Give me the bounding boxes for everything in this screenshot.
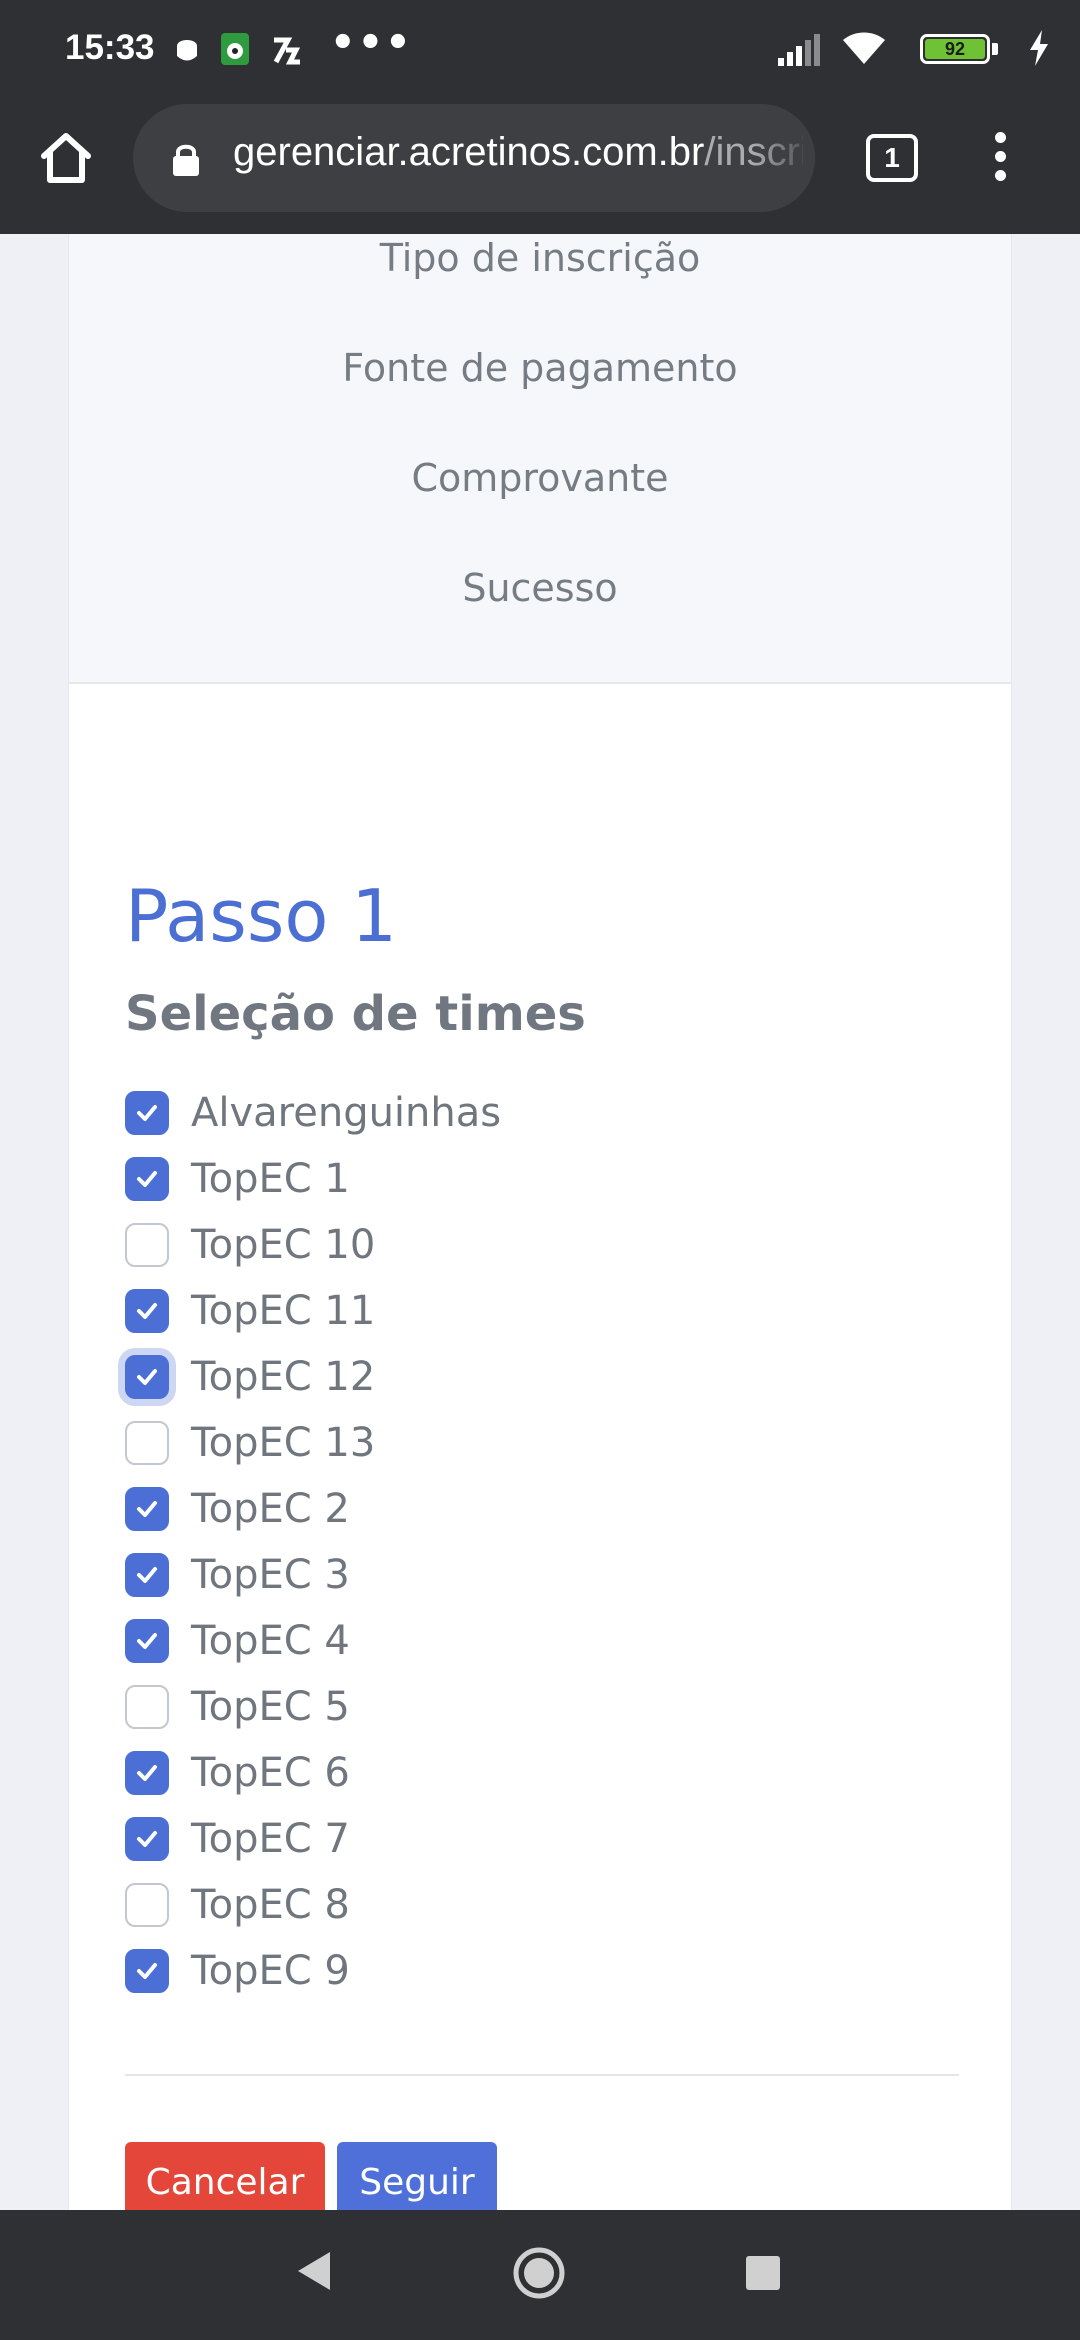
battery-tip — [992, 43, 998, 55]
team-checkbox[interactable] — [125, 1487, 169, 1531]
team-checkbox[interactable] — [125, 1751, 169, 1795]
section-subtitle: Seleção de times — [125, 986, 586, 1042]
wifi-icon — [843, 32, 885, 64]
step-sucesso[interactable]: Sucesso — [69, 566, 1011, 610]
team-label: TopEC 2 — [191, 1486, 350, 1532]
team-checkbox[interactable] — [125, 1817, 169, 1861]
team-row[interactable]: TopEC 10 — [125, 1212, 825, 1278]
team-label: TopEC 10 — [191, 1222, 376, 1268]
url-fade — [755, 104, 815, 212]
team-row[interactable]: TopEC 4 — [125, 1608, 825, 1674]
page-title: Passo 1 — [125, 874, 398, 958]
back-icon[interactable] — [296, 2250, 332, 2292]
recent-apps-icon[interactable] — [746, 2256, 780, 2290]
team-checkbox[interactable] — [125, 1355, 169, 1399]
team-label: TopEC 4 — [191, 1618, 350, 1664]
team-label: TopEC 1 — [191, 1156, 350, 1202]
checkmark-icon — [137, 1831, 157, 1847]
url-text: gerenciar.acretinos.com.br/inscricao — [233, 130, 803, 175]
team-row[interactable]: TopEC 11 — [125, 1278, 825, 1344]
team-label: TopEC 12 — [191, 1354, 376, 1400]
team-row[interactable]: TopEC 3 — [125, 1542, 825, 1608]
signal-icon — [778, 34, 820, 66]
checkmark-icon — [137, 1303, 157, 1319]
checkmark-icon — [137, 1633, 157, 1649]
checkmark-icon — [137, 1171, 157, 1187]
team-label: TopEC 6 — [191, 1750, 350, 1796]
step-comprovante[interactable]: Comprovante — [69, 456, 1011, 500]
team-label: TopEC 3 — [191, 1552, 350, 1598]
step-tipo-de-inscricao[interactable]: Tipo de inscrição — [69, 236, 1011, 280]
team-label: TopEC 13 — [191, 1420, 376, 1466]
team-row[interactable]: TopEC 2 — [125, 1476, 825, 1542]
checkmark-icon — [137, 1501, 157, 1517]
form-card: Tipo de inscrição Fonte de pagamento Com… — [68, 234, 1012, 2210]
browser-toolbar: gerenciar.acretinos.com.br/inscricao 1 — [0, 98, 1080, 234]
status-bar: 15:33 ••• 92 — [0, 0, 1080, 98]
system-nav-bar — [0, 2210, 1080, 2340]
team-checkbox[interactable] — [125, 1289, 169, 1333]
divider — [125, 2074, 959, 2076]
notification-app-icon — [177, 40, 197, 61]
checkmark-icon — [137, 1369, 157, 1385]
team-row[interactable]: TopEC 5 — [125, 1674, 825, 1740]
team-checkbox[interactable] — [125, 1091, 169, 1135]
team-checkbox[interactable] — [125, 1685, 169, 1729]
team-label: TopEC 8 — [191, 1882, 350, 1928]
team-label: TopEC 5 — [191, 1684, 350, 1730]
status-right: 92 — [690, 28, 1050, 68]
page-content: Tipo de inscrição Fonte de pagamento Com… — [0, 234, 1080, 2210]
checkmark-icon — [137, 1765, 157, 1781]
team-label: TopEC 9 — [191, 1948, 350, 1994]
team-checkbox[interactable] — [125, 1883, 169, 1927]
more-notifications-icon: ••• — [330, 20, 413, 66]
team-checkbox[interactable] — [125, 1157, 169, 1201]
team-checkbox[interactable] — [125, 1619, 169, 1663]
url-domain: gerenciar.acretinos.com.br — [233, 130, 705, 174]
team-row[interactable]: Alvarenguinhas — [125, 1080, 825, 1146]
charging-bolt-icon — [1030, 30, 1048, 66]
checkmark-icon — [137, 1567, 157, 1583]
team-row[interactable]: TopEC 13 — [125, 1410, 825, 1476]
team-row[interactable]: TopEC 12 — [125, 1344, 825, 1410]
home-nav-icon[interactable] — [512, 2246, 566, 2300]
address-bar[interactable]: gerenciar.acretinos.com.br/inscricao — [133, 104, 815, 212]
football-app-icon — [221, 33, 249, 65]
battery-icon: 92 — [920, 34, 990, 64]
team-row[interactable]: TopEC 1 — [125, 1146, 825, 1212]
lock-icon — [173, 144, 199, 176]
team-label: TopEC 7 — [191, 1816, 350, 1862]
team-checkbox[interactable] — [125, 1949, 169, 1993]
sport-app-icon — [273, 37, 301, 65]
team-row[interactable]: TopEC 7 — [125, 1806, 825, 1872]
tab-switcher-button[interactable]: 1 — [866, 134, 918, 182]
team-label: Alvarenguinhas — [191, 1090, 502, 1136]
steps-list: Tipo de inscrição Fonte de pagamento Com… — [69, 234, 1011, 684]
team-label: TopEC 11 — [191, 1288, 376, 1334]
team-row[interactable]: TopEC 9 — [125, 1938, 825, 2004]
cancel-button[interactable]: Cancelar — [125, 2142, 325, 2210]
team-checkbox[interactable] — [125, 1553, 169, 1597]
checkmark-icon — [137, 1105, 157, 1121]
team-row[interactable]: TopEC 6 — [125, 1740, 825, 1806]
home-icon[interactable] — [36, 128, 96, 188]
status-time: 15:33 — [65, 28, 155, 67]
next-button[interactable]: Seguir — [337, 2142, 497, 2210]
team-row[interactable]: TopEC 8 — [125, 1872, 825, 1938]
battery-level: 92 — [925, 39, 985, 59]
step-fonte-de-pagamento[interactable]: Fonte de pagamento — [69, 346, 1011, 390]
team-checkbox[interactable] — [125, 1223, 169, 1267]
checkmark-icon — [137, 1963, 157, 1979]
team-checkbox[interactable] — [125, 1421, 169, 1465]
browser-menu-icon[interactable] — [985, 128, 1015, 188]
